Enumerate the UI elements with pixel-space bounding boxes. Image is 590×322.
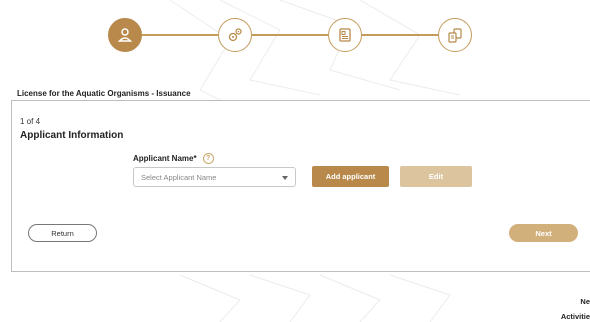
applicant-name-label: Applicant Name* ?	[133, 153, 214, 164]
stepper-connector	[142, 34, 220, 36]
step-documents[interactable]	[328, 18, 362, 52]
applicant-card: 1 of 4 Applicant Information Applicant N…	[11, 100, 590, 272]
next-button[interactable]: Next	[509, 224, 578, 242]
edit-button[interactable]: Edit	[400, 166, 472, 187]
user-icon	[117, 28, 133, 42]
corner-text-2: Activitie	[560, 312, 590, 321]
files-edit-icon	[448, 28, 462, 43]
step-details[interactable]	[218, 18, 252, 52]
stepper-connector	[252, 34, 330, 36]
corner-text-1: Ne	[580, 297, 590, 306]
help-icon[interactable]: ?	[202, 153, 214, 164]
document-icon	[339, 28, 351, 42]
return-button[interactable]: Return	[28, 224, 97, 242]
step-count: 1 of 4	[20, 117, 41, 126]
section-title: Applicant Information	[20, 130, 124, 141]
stepper-connector	[362, 34, 440, 36]
page-title: License for the Aquatic Organisms - Issu…	[17, 89, 191, 98]
progress-stepper	[0, 0, 590, 80]
step-review[interactable]	[438, 18, 472, 52]
chevron-down-icon	[282, 176, 288, 180]
add-applicant-button[interactable]: Add applicant	[312, 166, 389, 187]
gears-icon	[228, 28, 242, 42]
applicant-name-label-text: Applicant Name*	[133, 154, 197, 163]
applicant-name-select[interactable]: Select Applicant Name	[133, 167, 296, 187]
applicant-name-placeholder: Select Applicant Name	[141, 172, 217, 182]
step-applicant[interactable]	[108, 18, 142, 52]
